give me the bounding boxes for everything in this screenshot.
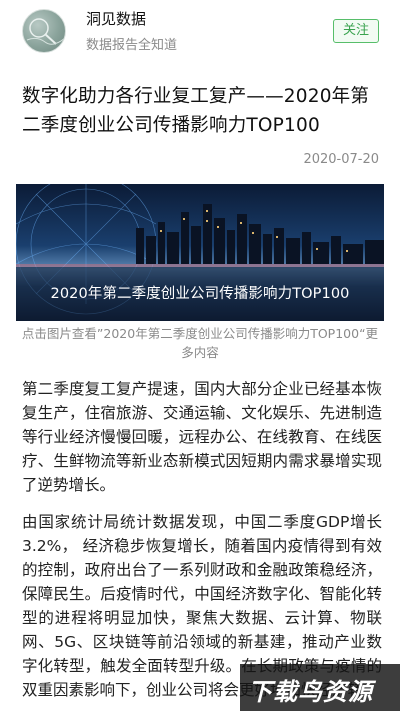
article-paragraph: 第二季度复工复产提速，国内大部分企业已经基本恢复生产，住宿旅游、交通运输、文化娱…	[22, 380, 382, 494]
watermark-logo: 下载鸟资源	[240, 664, 400, 711]
account-header: 洞见数据 数据报告全知道 关注	[0, 0, 400, 62]
avatar-pattern-icon	[26, 18, 65, 45]
article-date: 2020-07-20	[303, 152, 379, 167]
article-title: 数字化助力各行业复工复产——2020年第二季度创业公司传播影响力TOP100	[22, 86, 370, 136]
watermark-text: 下载鸟资源	[248, 678, 373, 706]
image-caption-note[interactable]: 点击图片查看”2020年第二季度创业公司传播影响力TOP100“更多内容	[16, 324, 384, 362]
account-name[interactable]: 洞见数据	[86, 8, 146, 29]
article-banner-image[interactable]: 2020年第二季度创业公司传播影响力TOP100	[16, 184, 384, 321]
account-avatar[interactable]	[22, 9, 66, 53]
banner-caption: 2020年第二季度创业公司传播影响力TOP100	[50, 286, 350, 302]
follow-button[interactable]: 关注	[333, 19, 379, 43]
account-description: 数据报告全知道	[86, 38, 178, 53]
